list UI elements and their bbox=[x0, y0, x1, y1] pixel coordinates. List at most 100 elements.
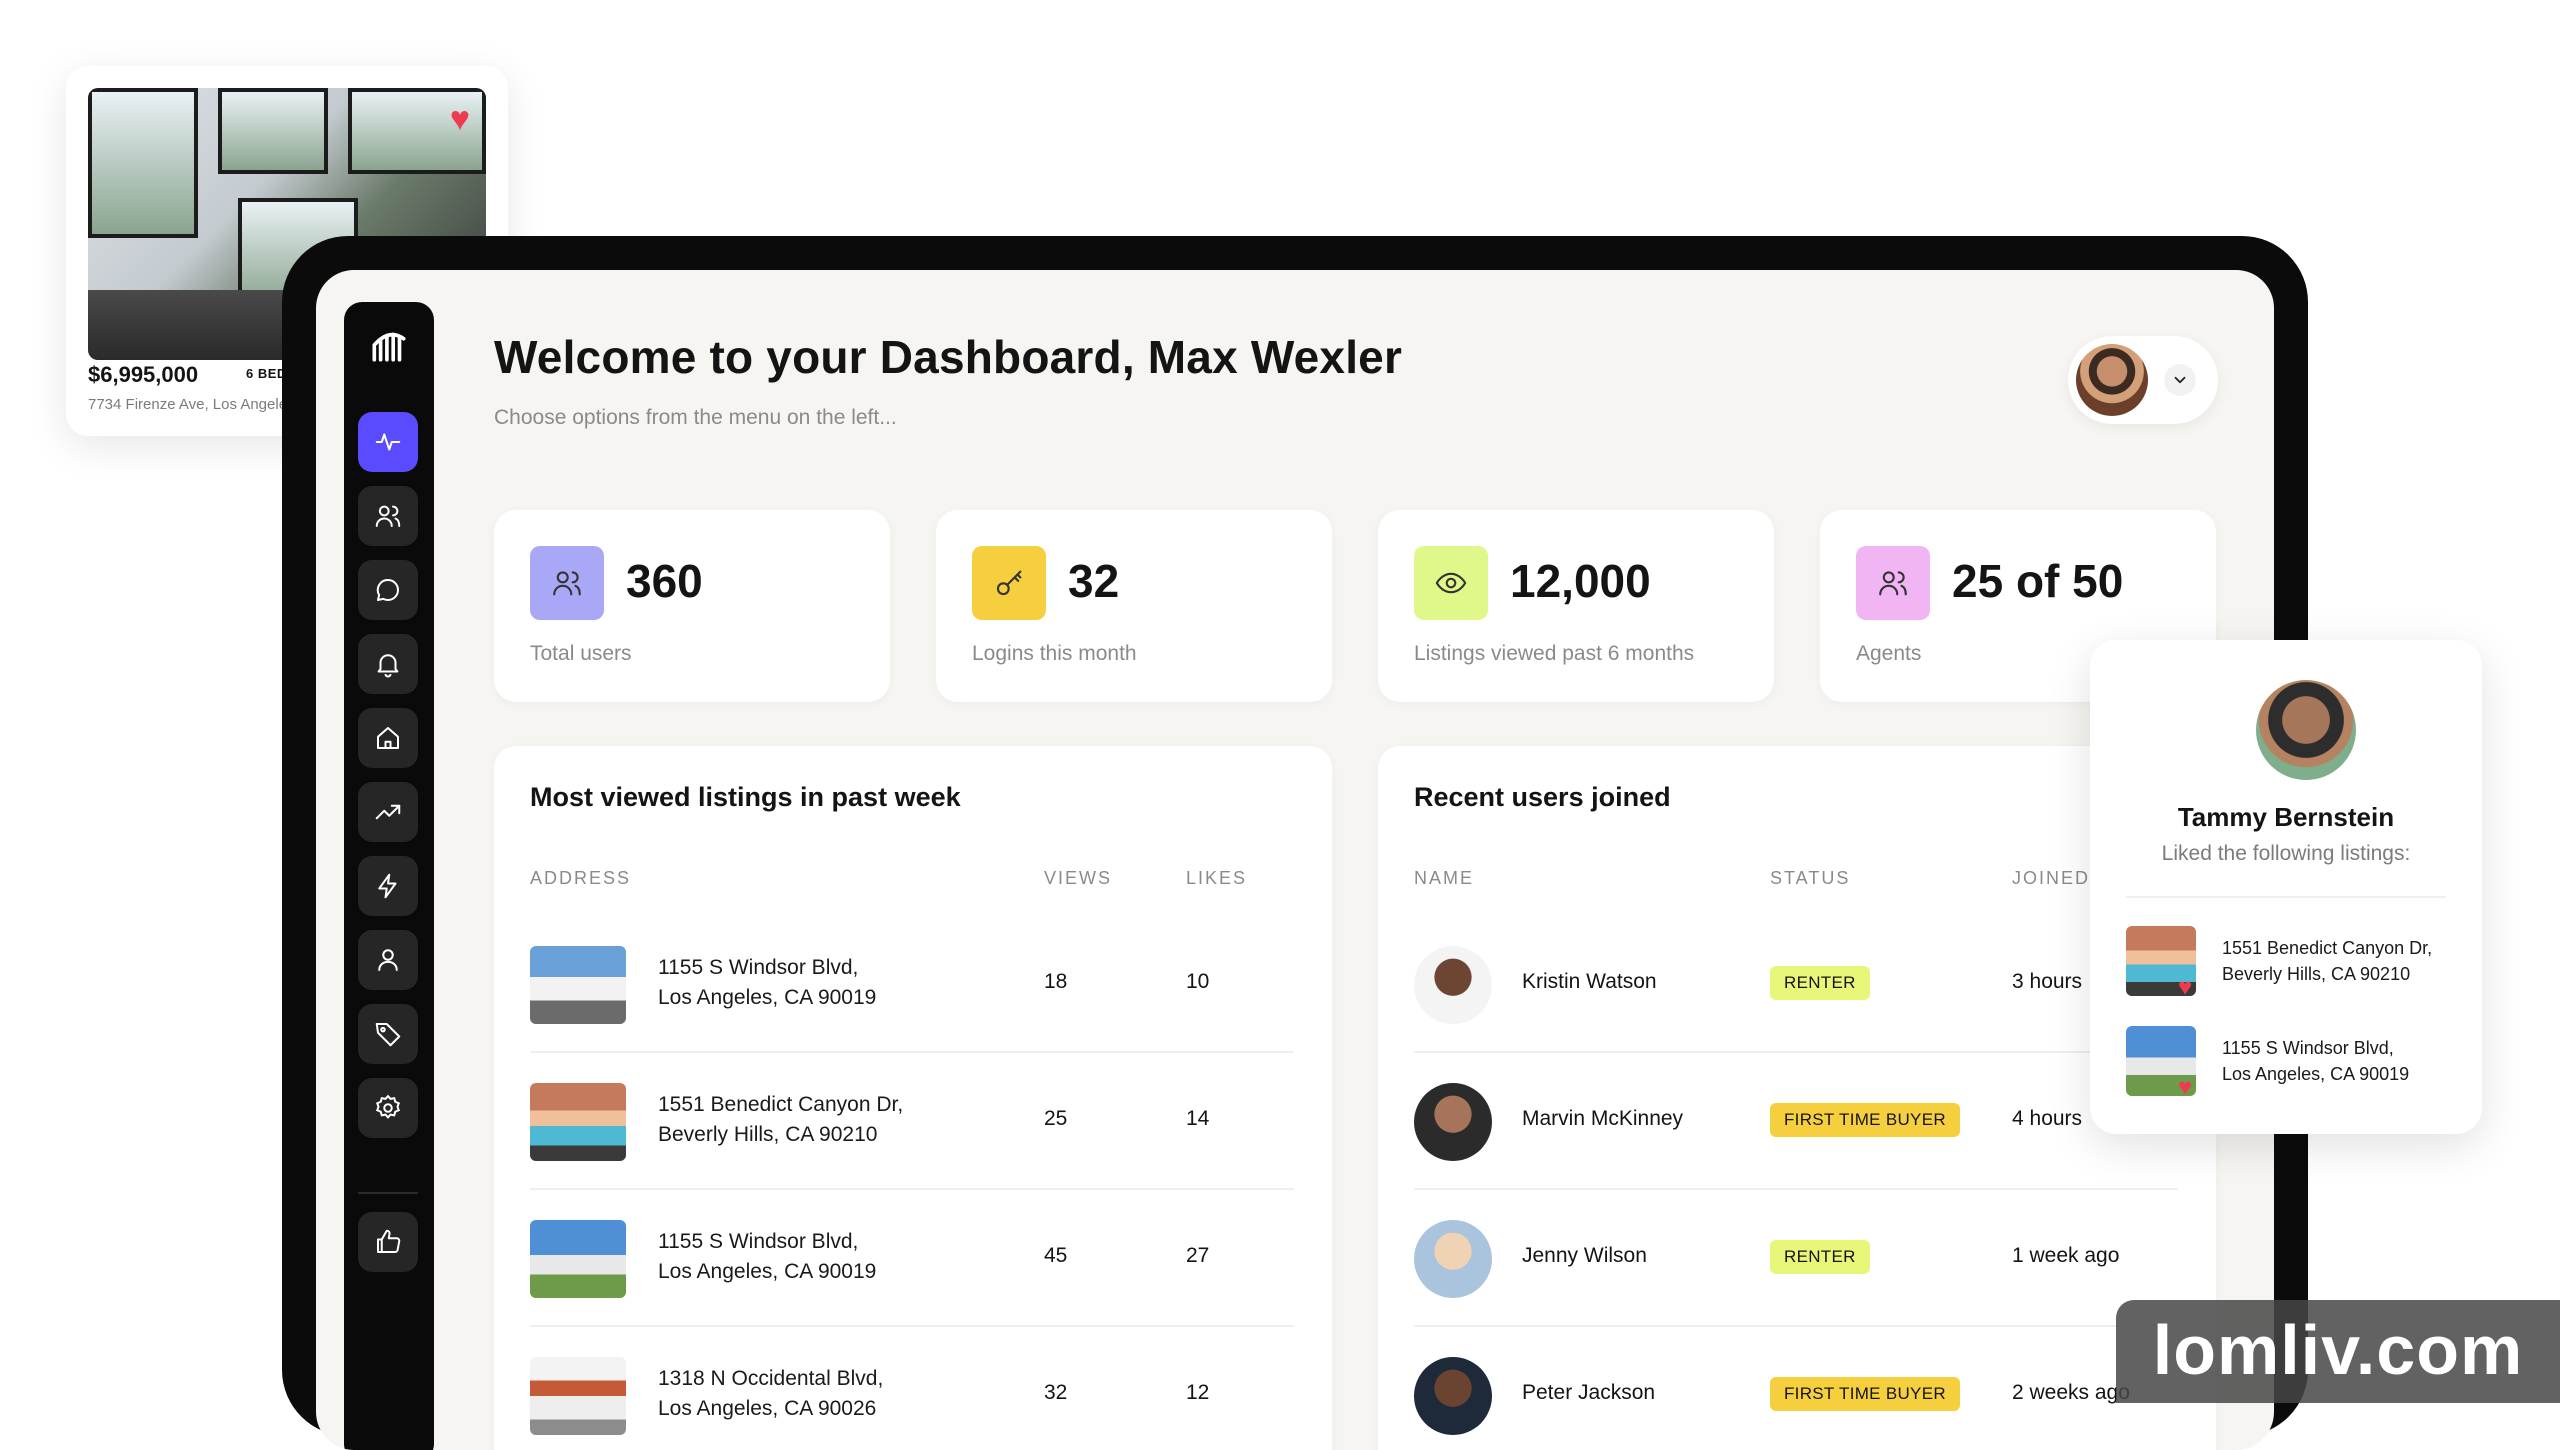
table-row[interactable]: Kristin Watson RENTER 3 hours bbox=[1414, 916, 2178, 1053]
column-header-joined: JOINED bbox=[2012, 868, 2091, 888]
column-header-address: ADDRESS bbox=[530, 868, 632, 888]
nav-users[interactable] bbox=[358, 486, 418, 546]
avatar bbox=[1414, 946, 1492, 1024]
nav-profile[interactable] bbox=[358, 930, 418, 990]
avatar bbox=[1414, 1220, 1492, 1298]
table-row[interactable]: 1155 S Windsor Blvd, Los Angeles, CA 900… bbox=[530, 1190, 1294, 1327]
joined-time: 4 hours bbox=[2012, 1107, 2083, 1130]
address-line2: Los Angeles, CA 90019 bbox=[2222, 1064, 2410, 1084]
eye-icon bbox=[1414, 546, 1488, 620]
user-name: Tammy Bernstein bbox=[2177, 802, 2395, 832]
address-line1: 1155 S Windsor Blvd, bbox=[658, 1230, 859, 1253]
page-title: Welcome to your Dashboard, Max Wexler bbox=[494, 331, 1403, 383]
table-row[interactable]: 1551 Benedict Canyon Dr, Beverly Hills, … bbox=[530, 1053, 1294, 1190]
user-name: Peter Jackson bbox=[1522, 1381, 1656, 1404]
nav-favorites[interactable] bbox=[358, 1212, 418, 1272]
bell-icon bbox=[377, 654, 399, 678]
avatar bbox=[1414, 1083, 1492, 1161]
tag-icon bbox=[375, 1023, 401, 1047]
user-name: Kristin Watson bbox=[1522, 970, 1657, 993]
address-line1: 1551 Benedict Canyon Dr, bbox=[2222, 938, 2433, 958]
views-count: 25 bbox=[1044, 1107, 1068, 1130]
avatar bbox=[2076, 344, 2148, 416]
liked-listing-item[interactable]: ♥ 1551 Benedict Canyon Dr, Beverly Hills… bbox=[2126, 926, 2456, 1002]
stat-card-total-users: 360 Total users bbox=[494, 510, 890, 702]
key-icon bbox=[972, 546, 1046, 620]
stat-value: 12,000 bbox=[1510, 555, 1651, 607]
likes-count: 10 bbox=[1186, 970, 1210, 993]
listing-thumbnail bbox=[530, 946, 626, 1024]
views-count: 18 bbox=[1044, 970, 1068, 993]
listing-price: $6,995,000 bbox=[88, 362, 199, 387]
card-subtitle: Liked the following listings: bbox=[2161, 842, 2411, 865]
user-liked-listings-card[interactable]: Tammy Bernstein Liked the following list… bbox=[2090, 640, 2482, 1134]
chevron-down-icon[interactable] bbox=[2164, 364, 2196, 396]
table-row[interactable]: 1318 N Occidental Blvd, Los Angeles, CA … bbox=[530, 1327, 1294, 1450]
address-line1: 1551 Benedict Canyon Dr, bbox=[658, 1093, 904, 1116]
stat-card-listings-viewed: 12,000 Listings viewed past 6 months bbox=[1378, 510, 1774, 702]
views-count: 32 bbox=[1044, 1381, 1068, 1404]
liked-listing-item[interactable]: ♥ 1155 S Windsor Blvd, Los Angeles, CA 9… bbox=[2126, 1026, 2456, 1102]
stat-label: Total users bbox=[530, 642, 632, 665]
nav-messages[interactable] bbox=[358, 560, 418, 620]
sidebar-divider bbox=[358, 1192, 418, 1194]
joined-time: 2 weeks ago bbox=[2012, 1381, 2130, 1404]
address-line2: Los Angeles, CA 90019 bbox=[658, 1260, 877, 1283]
heart-icon: ♥ bbox=[2178, 1074, 2193, 1101]
nav-settings[interactable] bbox=[358, 1078, 418, 1138]
chat-icon bbox=[376, 578, 399, 601]
heart-icon[interactable]: ♥ bbox=[450, 102, 470, 136]
address-line2: Beverly Hills, CA 90210 bbox=[658, 1123, 878, 1146]
thumbs-up-icon bbox=[377, 1229, 401, 1253]
stat-label: Listings viewed past 6 months bbox=[1414, 642, 1695, 665]
user-name: Jenny Wilson bbox=[1522, 1244, 1647, 1267]
table-row[interactable]: Marvin McKinney FIRST TIME BUYER 4 hours bbox=[1414, 1053, 2178, 1190]
address-line1: 1155 S Windsor Blvd, bbox=[2222, 1038, 2394, 1058]
nav-notifications[interactable] bbox=[358, 634, 418, 694]
users-icon bbox=[530, 546, 604, 620]
listing-thumbnail bbox=[530, 1357, 626, 1435]
tablet-frame: Welcome to your Dashboard, Max Wexler Ch… bbox=[282, 236, 2308, 1450]
nav-tags[interactable] bbox=[358, 1004, 418, 1064]
users-icon bbox=[375, 505, 401, 527]
views-count: 45 bbox=[1044, 1244, 1068, 1267]
nav-listings[interactable] bbox=[358, 708, 418, 768]
user-icon bbox=[378, 949, 398, 971]
profile-menu[interactable] bbox=[2068, 336, 2218, 424]
address-line2: Beverly Hills, CA 90210 bbox=[2222, 964, 2411, 984]
stat-card-logins: 32 Logins this month bbox=[936, 510, 1332, 702]
joined-time: 1 week ago bbox=[2012, 1244, 2120, 1267]
joined-time: 3 hours bbox=[2012, 970, 2083, 993]
column-header-name: NAME bbox=[1414, 868, 1475, 888]
listing-thumbnail bbox=[530, 1220, 626, 1298]
brand-logo-icon[interactable] bbox=[368, 324, 410, 366]
status-badge: RENTER bbox=[1770, 966, 1870, 1000]
nav-automations[interactable] bbox=[358, 856, 418, 916]
address-line1: 1155 S Windsor Blvd, bbox=[658, 956, 859, 979]
users-icon bbox=[1856, 546, 1930, 620]
status-badge: FIRST TIME BUYER bbox=[1770, 1103, 1960, 1137]
stat-label: Logins this month bbox=[972, 642, 1137, 665]
nav-activity[interactable] bbox=[358, 412, 418, 472]
page-subtitle: Choose options from the menu on the left… bbox=[494, 406, 897, 429]
lightning-icon bbox=[378, 873, 397, 899]
address-line2: Los Angeles, CA 90019 bbox=[658, 986, 877, 1009]
activity-icon bbox=[375, 433, 401, 451]
table-row[interactable]: Jenny Wilson RENTER 1 week ago bbox=[1414, 1190, 2178, 1327]
table-row[interactable]: 1155 S Windsor Blvd, Los Angeles, CA 900… bbox=[530, 916, 1294, 1053]
likes-count: 12 bbox=[1186, 1381, 1210, 1404]
user-name: Marvin McKinney bbox=[1522, 1107, 1684, 1130]
nav-analytics[interactable] bbox=[358, 782, 418, 842]
panel-title: Recent users joined bbox=[1414, 782, 1671, 812]
status-badge: FIRST TIME BUYER bbox=[1770, 1377, 1960, 1411]
most-viewed-listings-panel: Most viewed listings in past week ADDRES… bbox=[494, 746, 1332, 1450]
listing-thumbnail bbox=[530, 1083, 626, 1161]
panel-title: Most viewed listings in past week bbox=[530, 782, 961, 812]
likes-count: 27 bbox=[1186, 1244, 1210, 1267]
address-line2: Los Angeles, CA 90026 bbox=[658, 1397, 877, 1420]
table-row[interactable]: Peter Jackson FIRST TIME BUYER 2 weeks a… bbox=[1414, 1327, 2178, 1450]
column-header-likes: LIKES bbox=[1186, 868, 1248, 888]
dashboard-screen: Welcome to your Dashboard, Max Wexler Ch… bbox=[316, 270, 2274, 1450]
avatar bbox=[2256, 680, 2356, 780]
likes-count: 14 bbox=[1186, 1107, 1210, 1130]
